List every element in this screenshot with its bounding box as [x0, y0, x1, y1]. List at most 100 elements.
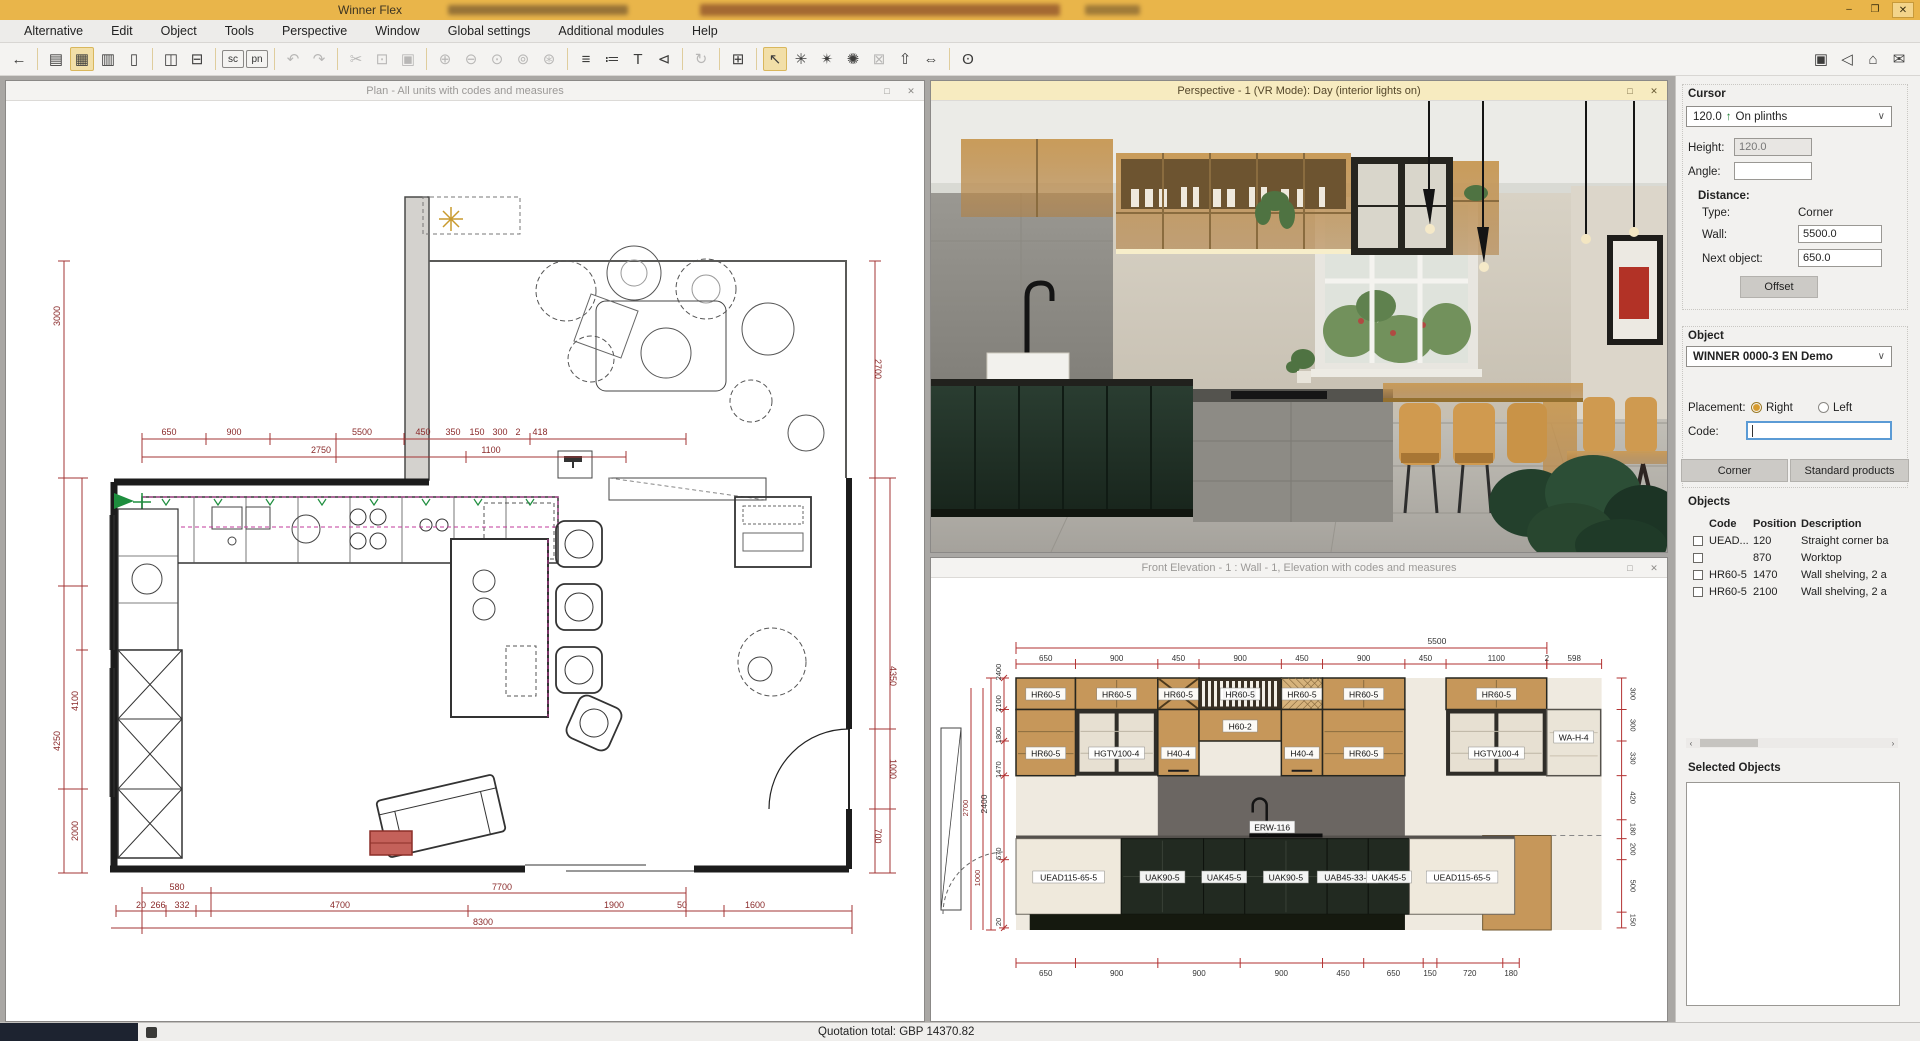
- rotate-3d-left-icon[interactable]: ✴: [815, 47, 839, 71]
- row-checkbox[interactable]: [1693, 570, 1703, 580]
- standard-products-button[interactable]: Standard products: [1790, 459, 1909, 482]
- menu-item-edit[interactable]: Edit: [97, 21, 147, 41]
- menu-item-additional-modules[interactable]: Additional modules: [544, 21, 678, 41]
- next-object-label: Next object:: [1702, 253, 1763, 265]
- svg-text:2400: 2400: [979, 794, 989, 813]
- plan-maximize-icon[interactable]: □: [880, 84, 894, 98]
- menu-item-window[interactable]: Window: [361, 21, 433, 41]
- maximize-button[interactable]: ❐: [1864, 2, 1886, 18]
- rotate-3d-right-icon[interactable]: ✺: [841, 47, 865, 71]
- back-icon[interactable]: ←: [7, 47, 31, 71]
- menu-item-tools[interactable]: Tools: [211, 21, 268, 41]
- objects-horizontal-scrollbar[interactable]: ‹ ›: [1686, 738, 1898, 748]
- rotate-3d-icon[interactable]: ✳: [789, 47, 813, 71]
- perspective-maximize-icon[interactable]: □: [1623, 84, 1637, 98]
- elevation-maximize-icon[interactable]: □: [1623, 561, 1637, 575]
- svg-text:450: 450: [1295, 654, 1309, 663]
- svg-text:266: 266: [150, 900, 165, 910]
- objects-table-row[interactable]: HR60-51470Wall shelving, 2 a: [1684, 566, 1912, 583]
- placement-left-radio[interactable]: Left: [1818, 402, 1852, 414]
- svg-text:2400: 2400: [994, 664, 1003, 681]
- redacted-text: [448, 5, 628, 15]
- svg-text:8300: 8300: [473, 917, 493, 927]
- svg-text:580: 580: [169, 882, 184, 892]
- text-icon[interactable]: T: [626, 47, 650, 71]
- svg-text:670: 670: [994, 847, 1003, 860]
- svg-text:H40-4: H40-4: [1290, 749, 1313, 759]
- menu-item-help[interactable]: Help: [678, 21, 732, 41]
- close-button[interactable]: ✕: [1892, 2, 1914, 18]
- raise-icon[interactable]: ⇧: [893, 47, 917, 71]
- code-field[interactable]: [1746, 421, 1892, 440]
- minimize-button[interactable]: –: [1838, 2, 1860, 18]
- svg-text:4700: 4700: [330, 900, 350, 910]
- row-checkbox[interactable]: [1693, 553, 1703, 563]
- title-bar: Winner Flex – ❐ ✕: [0, 0, 1920, 20]
- elevation-close-icon[interactable]: ✕: [1647, 561, 1661, 575]
- snapshot-icon[interactable]: ▣: [1809, 47, 1833, 71]
- placement-right-radio[interactable]: Right: [1751, 402, 1793, 414]
- quotation-total: Quotation total: GBP 14370.82: [818, 1026, 974, 1038]
- angle-field[interactable]: [1734, 162, 1812, 180]
- elevation-view-icon[interactable]: ▦: [70, 47, 94, 71]
- calculator-icon[interactable]: ⊞: [726, 47, 750, 71]
- send-icon[interactable]: ◁: [1835, 47, 1859, 71]
- svg-text:418: 418: [532, 427, 547, 437]
- sc-badge[interactable]: sc: [222, 50, 244, 68]
- print-icon[interactable]: ⊟: [185, 47, 209, 71]
- perspective-render[interactable]: [931, 101, 1667, 552]
- menu-item-alternative[interactable]: Alternative: [10, 21, 97, 41]
- svg-text:4350: 4350: [888, 666, 898, 686]
- pointer-note-icon[interactable]: ⊲: [652, 47, 676, 71]
- objects-table-row[interactable]: UEAD...120Straight corner ba: [1684, 532, 1912, 549]
- mail-icon[interactable]: ✉: [1887, 47, 1911, 71]
- toolbar-separator: [949, 48, 950, 70]
- svg-text:HR60-5: HR60-5: [1031, 690, 1061, 700]
- select-pointer-icon[interactable]: ↖: [763, 47, 787, 71]
- svg-text:650: 650: [1039, 969, 1053, 978]
- plan-drawing[interactable]: 6509005500450350150300241827501100300042…: [6, 101, 924, 1021]
- note-right-icon[interactable]: ≔: [600, 47, 624, 71]
- light-icon[interactable]: ʘ: [956, 47, 980, 71]
- svg-text:450: 450: [1172, 654, 1186, 663]
- catalog-dropdown[interactable]: WINNER 0000-3 EN Demo ∨: [1686, 346, 1892, 367]
- menu-item-global-settings[interactable]: Global settings: [434, 21, 545, 41]
- selected-objects-list[interactable]: [1686, 782, 1900, 1006]
- menu-item-object[interactable]: Object: [147, 21, 211, 41]
- height-field[interactable]: 120.0: [1734, 138, 1812, 156]
- svg-text:900: 900: [226, 427, 241, 437]
- elevation-drawing[interactable]: HR60-5HR60-5HR60-5HR60-5HR60-5HR60-5HR60…: [931, 578, 1667, 1021]
- objects-table-row[interactable]: 870Worktop: [1684, 549, 1912, 566]
- save-icon[interactable]: ◫: [159, 47, 183, 71]
- svg-text:HGTV100-4: HGTV100-4: [1474, 749, 1520, 759]
- perspective-close-icon[interactable]: ✕: [1647, 84, 1661, 98]
- svg-text:332: 332: [174, 900, 189, 910]
- column-view-icon[interactable]: ▯: [122, 47, 146, 71]
- plan-view-icon[interactable]: ▤: [44, 47, 68, 71]
- home-icon[interactable]: ⌂: [1861, 47, 1885, 71]
- svg-text:5500: 5500: [352, 427, 372, 437]
- scroll-left-icon[interactable]: ‹: [1686, 739, 1696, 748]
- svg-text:7700: 7700: [492, 882, 512, 892]
- row-checkbox[interactable]: [1693, 587, 1703, 597]
- zoom-window-icon: ⊙: [485, 47, 509, 71]
- corner-button[interactable]: Corner: [1681, 459, 1788, 482]
- plan-close-icon[interactable]: ✕: [904, 84, 918, 98]
- pn-badge[interactable]: pn: [246, 50, 268, 68]
- offset-button[interactable]: Offset: [1740, 276, 1818, 298]
- list-view-icon[interactable]: ▥: [96, 47, 120, 71]
- svg-text:1100: 1100: [481, 445, 500, 455]
- cursor-mode-dropdown[interactable]: 120.0 ↑ On plinths ∨: [1686, 106, 1892, 127]
- next-object-field[interactable]: 650.0: [1798, 249, 1882, 267]
- toolbar-separator: [719, 48, 720, 70]
- svg-text:H60-2: H60-2: [1229, 722, 1252, 732]
- note-left-icon[interactable]: ≡: [574, 47, 598, 71]
- spacing-icon[interactable]: ⇔: [919, 47, 943, 71]
- objects-table-row[interactable]: HR60-52100Wall shelving, 2 a: [1684, 583, 1912, 600]
- wall-field[interactable]: 5500.0: [1798, 225, 1882, 243]
- scrollbar-thumb[interactable]: [1700, 739, 1758, 747]
- elevation-window-title: Front Elevation - 1 : Wall - 1, Elevatio…: [1141, 562, 1456, 574]
- scroll-right-icon[interactable]: ›: [1888, 739, 1898, 748]
- row-checkbox[interactable]: [1693, 536, 1703, 546]
- menu-item-perspective[interactable]: Perspective: [268, 21, 361, 41]
